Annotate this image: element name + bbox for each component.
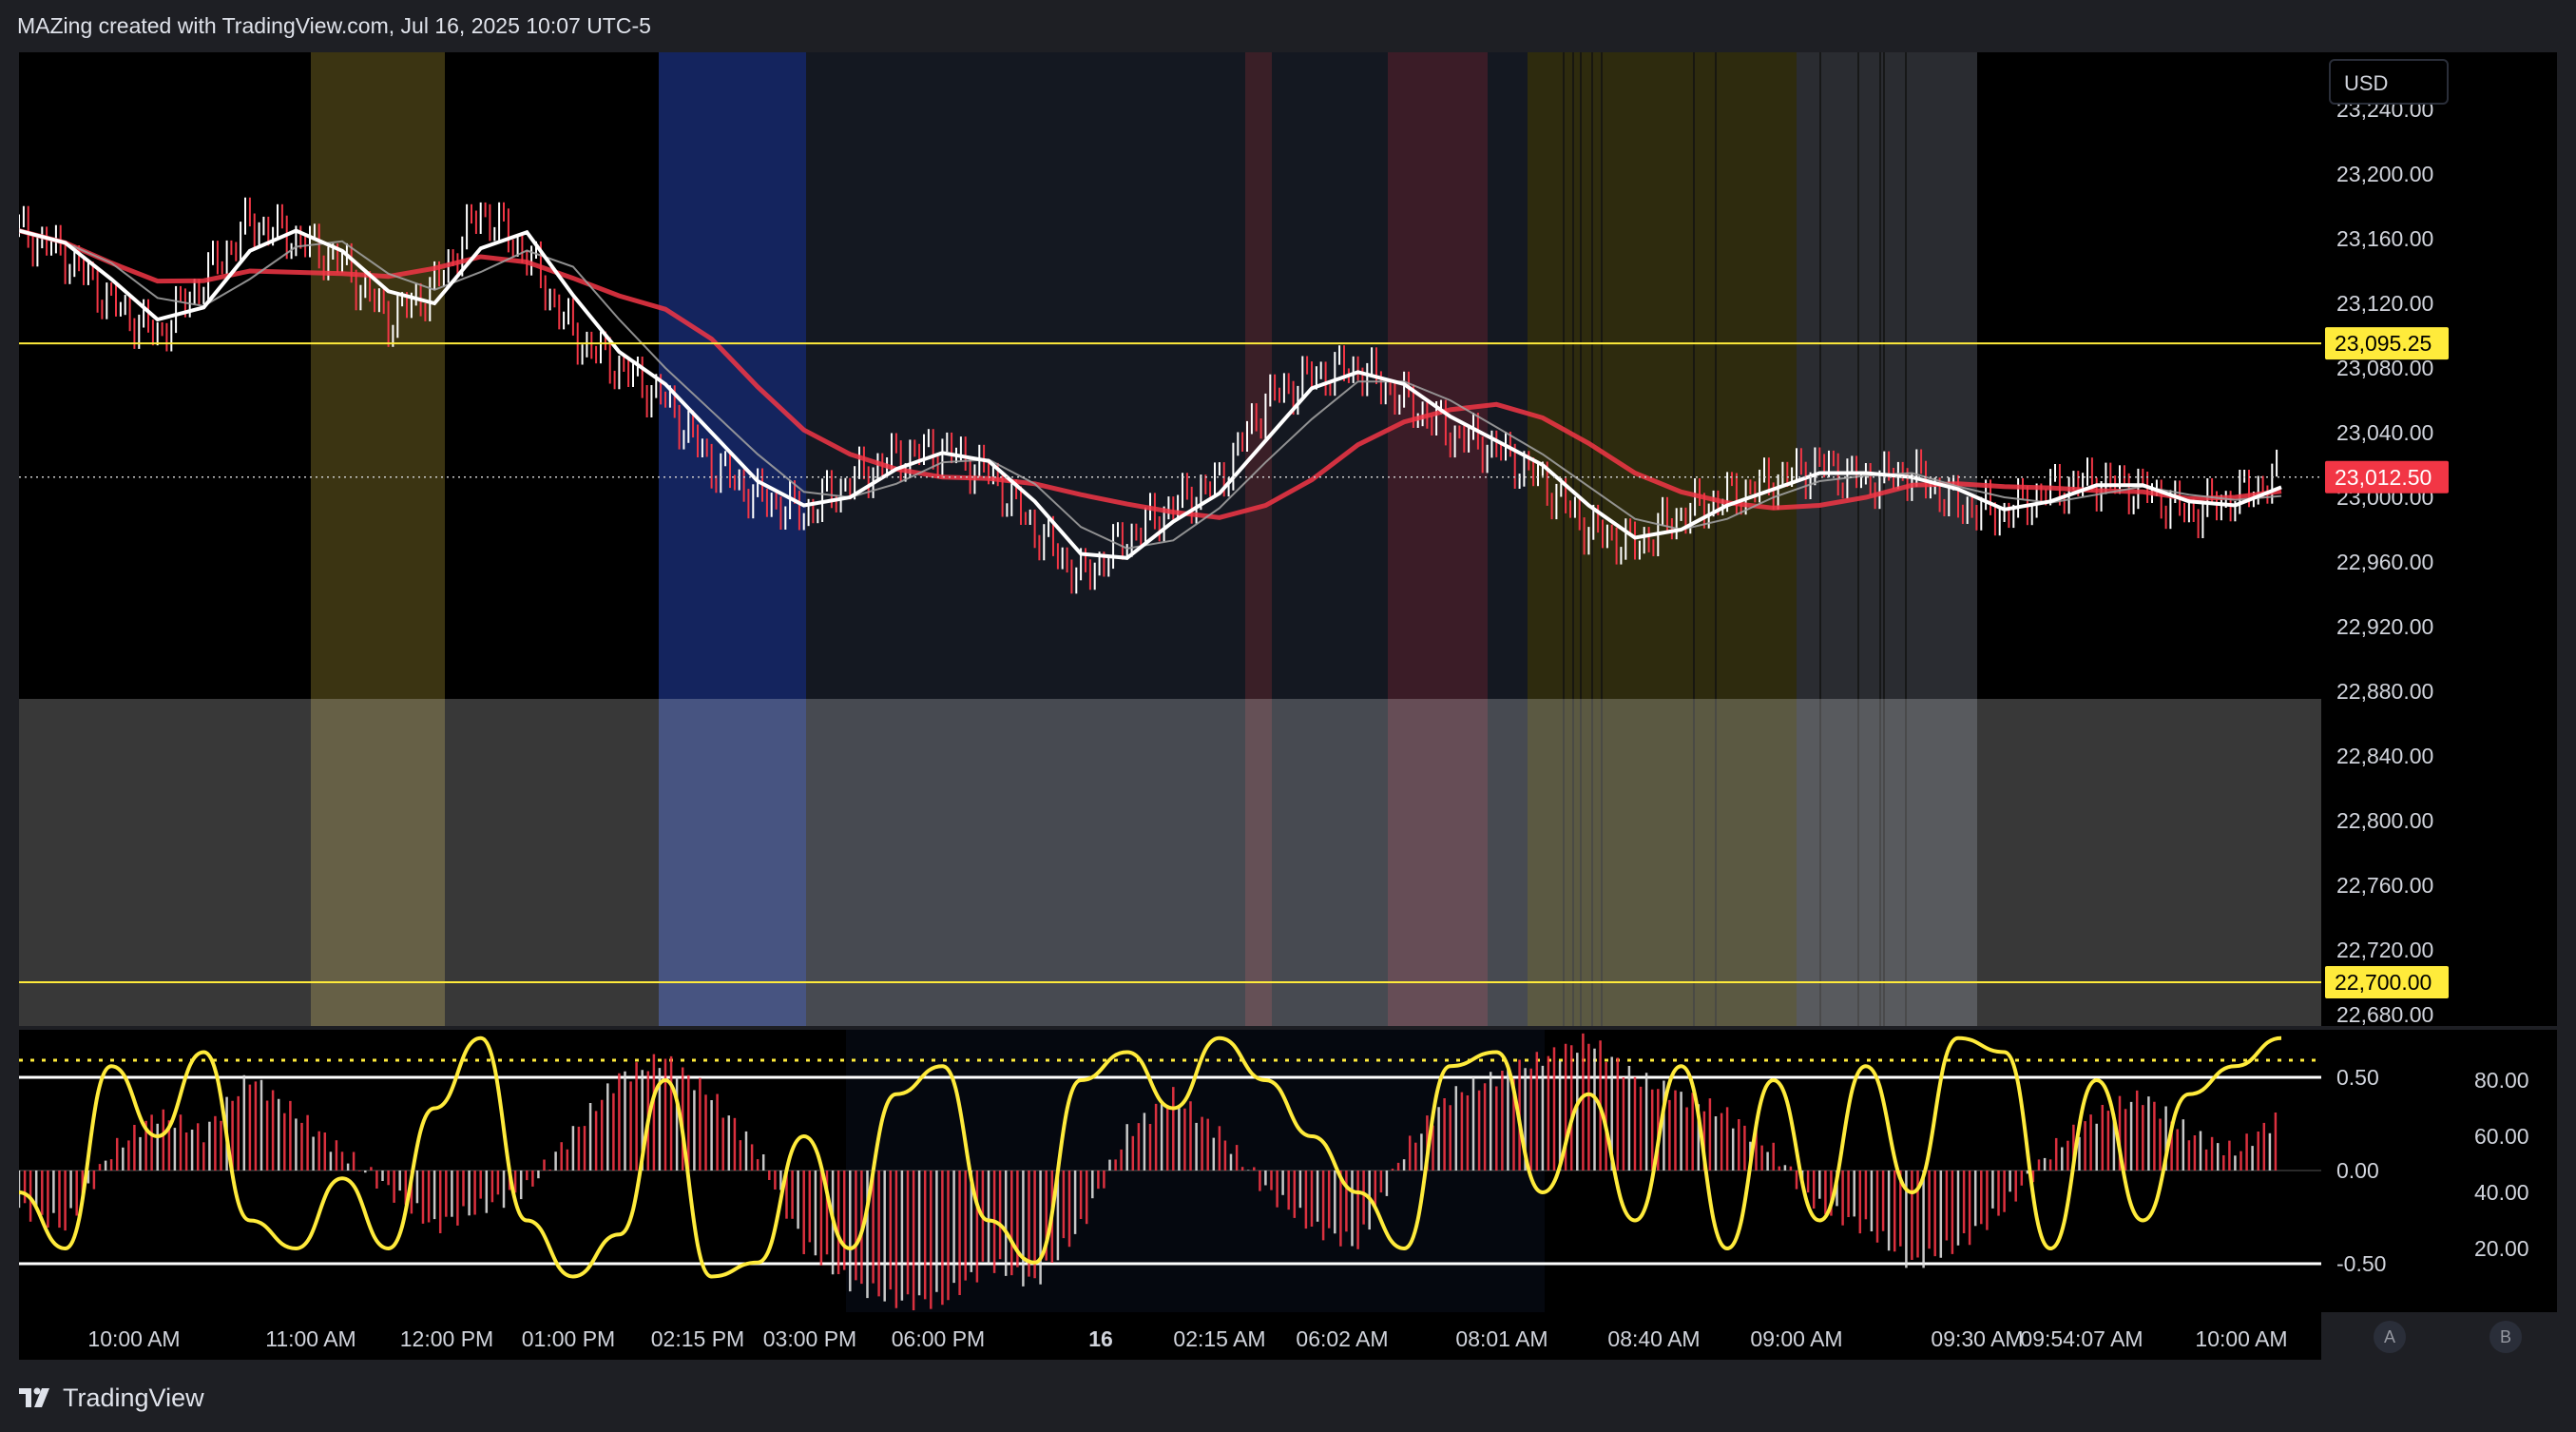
price-tick-label: 23,200.00: [2336, 162, 2433, 186]
auto-scale-button[interactable]: A: [2374, 1321, 2406, 1353]
osc-tick-label: -0.50: [2336, 1251, 2386, 1276]
time-tick-label: 12:00 PM: [400, 1326, 493, 1351]
time-tick-label: 09:54:07 AM: [2020, 1326, 2143, 1351]
price-tick-label: 22,760.00: [2336, 873, 2433, 898]
time-tick-label: 11:00 AM: [265, 1326, 356, 1351]
range-overlay: [19, 699, 2321, 1026]
footer: TradingView: [19, 1379, 204, 1417]
time-tick-label: 06:00 PM: [892, 1326, 985, 1351]
stoch-tick-label: 40.00: [2474, 1180, 2529, 1205]
time-tick-label: 09:00 AM: [1750, 1326, 1842, 1351]
time-tick-label: 10:00 AM: [87, 1326, 180, 1351]
time-tick-label: 02:15 AM: [1173, 1326, 1265, 1351]
last-price-badge-text: 23,012.50: [2335, 465, 2432, 490]
price-tick-label: 22,920.00: [2336, 614, 2433, 639]
level-price-badge-text: 23,095.25: [2335, 331, 2432, 356]
time-axis[interactable]: 10:00 AM 11:00 AM 12:00 PM 01:00 PM 02:15 PM…: [19, 1312, 2321, 1360]
chart-attribution: MAZing created with TradingView.com, Jul…: [17, 13, 651, 38]
price-tick-label: 23,040.00: [2336, 420, 2433, 445]
oscillator-panel[interactable]: [19, 1030, 2321, 1312]
log-scale-button[interactable]: B: [2489, 1321, 2522, 1353]
tradingview-logo-icon: [19, 1387, 49, 1407]
price-tick-label: 22,800.00: [2336, 808, 2433, 833]
price-tick-label: 23,120.00: [2336, 291, 2433, 316]
lower-overlay: [19, 699, 2321, 1026]
time-tick-label: 08:01 AM: [1455, 1326, 1548, 1351]
right-strip: [2457, 52, 2557, 1026]
time-tick-label: 01:00 PM: [522, 1326, 615, 1351]
oscillator-svg[interactable]: [19, 1030, 2321, 1312]
footer-brand: TradingView: [63, 1383, 204, 1412]
osc-tick-label: 0.50: [2336, 1065, 2379, 1090]
time-tick-label: 09:30 AM: [1931, 1326, 2023, 1351]
stoch-tick-label: 60.00: [2474, 1124, 2529, 1149]
last-price-badge: 23,012.50: [2325, 460, 2449, 493]
level-price-badge: 23,095.25: [2325, 327, 2449, 360]
oscillator-axis-left[interactable]: 0.50 0.00 -0.50: [2321, 1030, 2457, 1312]
time-tick-label: 08:40 AM: [1607, 1326, 1700, 1351]
price-chart-panel[interactable]: [19, 52, 2321, 1026]
price-chart-svg[interactable]: [19, 52, 2321, 1026]
osc-tick-label: 0.00: [2336, 1158, 2379, 1183]
price-tick-label: 22,880.00: [2336, 679, 2433, 704]
time-tick-label: 10:00 AM: [2195, 1326, 2287, 1351]
time-tick-label: 03:00 PM: [763, 1326, 856, 1351]
oscillator-axis-right[interactable]: 80.00 60.00 40.00 20.00: [2457, 1030, 2557, 1312]
price-tick-label: 22,720.00: [2336, 938, 2433, 962]
time-tick-label: 06:02 AM: [1296, 1326, 1388, 1351]
price-tick-label: 22,960.00: [2336, 550, 2433, 574]
time-tick-label: 16: [1088, 1326, 1113, 1351]
stoch-tick-label: 80.00: [2474, 1068, 2529, 1093]
price-tick-label: 22,840.00: [2336, 744, 2433, 768]
price-tick-label: 23,160.00: [2336, 226, 2433, 251]
stoch-tick-label: 20.00: [2474, 1236, 2529, 1261]
time-tick-label: 02:15 PM: [651, 1326, 744, 1351]
level-price-badge-text: 22,700.00: [2335, 970, 2432, 995]
price-tick-label: 22,680.00: [2336, 1002, 2433, 1026]
currency-button[interactable]: USD: [2329, 59, 2449, 105]
price-axis[interactable]: 23,240.00 23,200.00 23,160.00 23,120.00 23,0…: [2321, 52, 2457, 1026]
level-price-badge: 22,700.00: [2325, 966, 2449, 998]
